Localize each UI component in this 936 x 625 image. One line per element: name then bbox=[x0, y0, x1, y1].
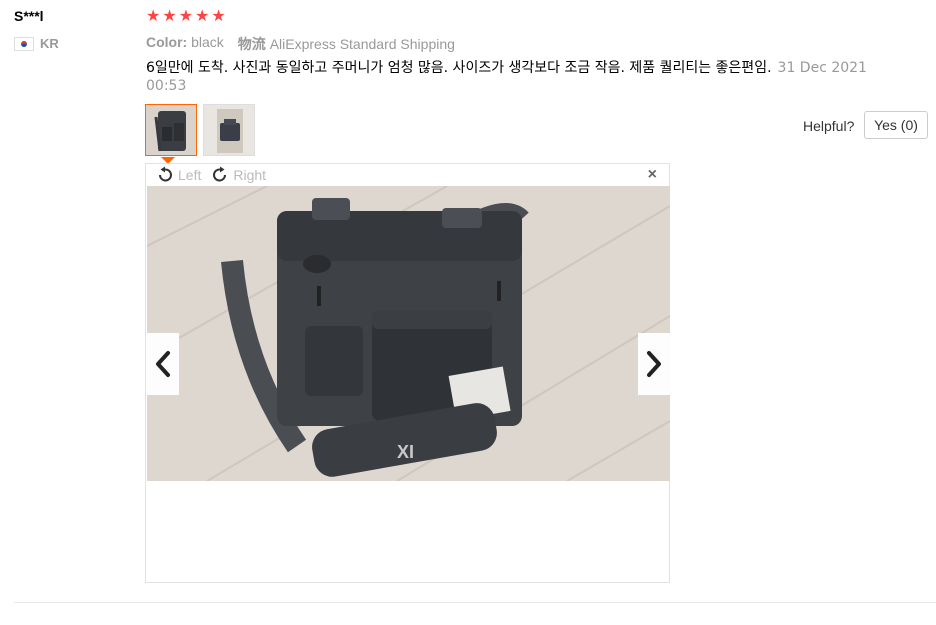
color-label: Color: bbox=[146, 34, 188, 50]
bag-photo-thumb bbox=[146, 105, 196, 155]
review-text: 6일만에 도착. 사진과 동일하고 주머니가 엄청 많음. 사이즈가 생각보다 … bbox=[146, 59, 886, 95]
chevron-right-icon bbox=[647, 351, 661, 377]
image-viewer: Left Right × XI bbox=[145, 163, 670, 583]
rotate-left-label: Left bbox=[178, 167, 202, 183]
star-icon: ★ bbox=[211, 8, 226, 25]
chevron-left-icon bbox=[156, 351, 170, 377]
bag-brand-mark: XI bbox=[397, 442, 414, 462]
review-photo-large: XI bbox=[147, 186, 670, 481]
star-icon: ★ bbox=[146, 8, 161, 25]
rotate-right-label: Right bbox=[233, 167, 267, 183]
close-icon[interactable]: × bbox=[648, 166, 657, 184]
rotate-right-button[interactable]: Right bbox=[211, 166, 266, 184]
bag-photo-thumb bbox=[204, 105, 254, 155]
shipping-label: 物流 bbox=[237, 36, 266, 52]
star-icon: ★ bbox=[178, 8, 194, 25]
review-username: S***l bbox=[14, 8, 44, 24]
country: KR bbox=[14, 36, 59, 51]
star-icon: ★ bbox=[162, 8, 177, 25]
helpful-label: Helpful? bbox=[803, 118, 855, 134]
color-value: black bbox=[191, 34, 224, 50]
shipping-value: AliExpress Standard Shipping bbox=[269, 36, 455, 52]
country-code: KR bbox=[40, 36, 59, 51]
rotate-left-button[interactable]: Left bbox=[156, 166, 201, 184]
bag-photo: XI bbox=[147, 186, 670, 481]
rotate-left-icon bbox=[159, 166, 172, 182]
flag-icon bbox=[14, 36, 34, 51]
star-rating: ★ ★ ★ ★ ★ bbox=[146, 9, 226, 25]
previous-image-button[interactable] bbox=[147, 333, 179, 395]
review-photo-thumbnail[interactable] bbox=[145, 104, 197, 156]
review-meta: Color: black 物流 AliExpress Standard Ship… bbox=[146, 34, 455, 54]
review-photo-thumbnail[interactable] bbox=[203, 104, 255, 156]
review-divider bbox=[14, 602, 936, 603]
star-icon: ★ bbox=[195, 8, 210, 25]
review-body: 6일만에 도착. 사진과 동일하고 주머니가 엄청 많음. 사이즈가 생각보다 … bbox=[146, 60, 772, 76]
rotate-right-icon bbox=[213, 166, 227, 182]
helpful-yes-button[interactable]: Yes (0) bbox=[864, 111, 928, 139]
viewer-toolbar: Left Right bbox=[156, 164, 266, 186]
next-image-button[interactable] bbox=[638, 333, 670, 395]
